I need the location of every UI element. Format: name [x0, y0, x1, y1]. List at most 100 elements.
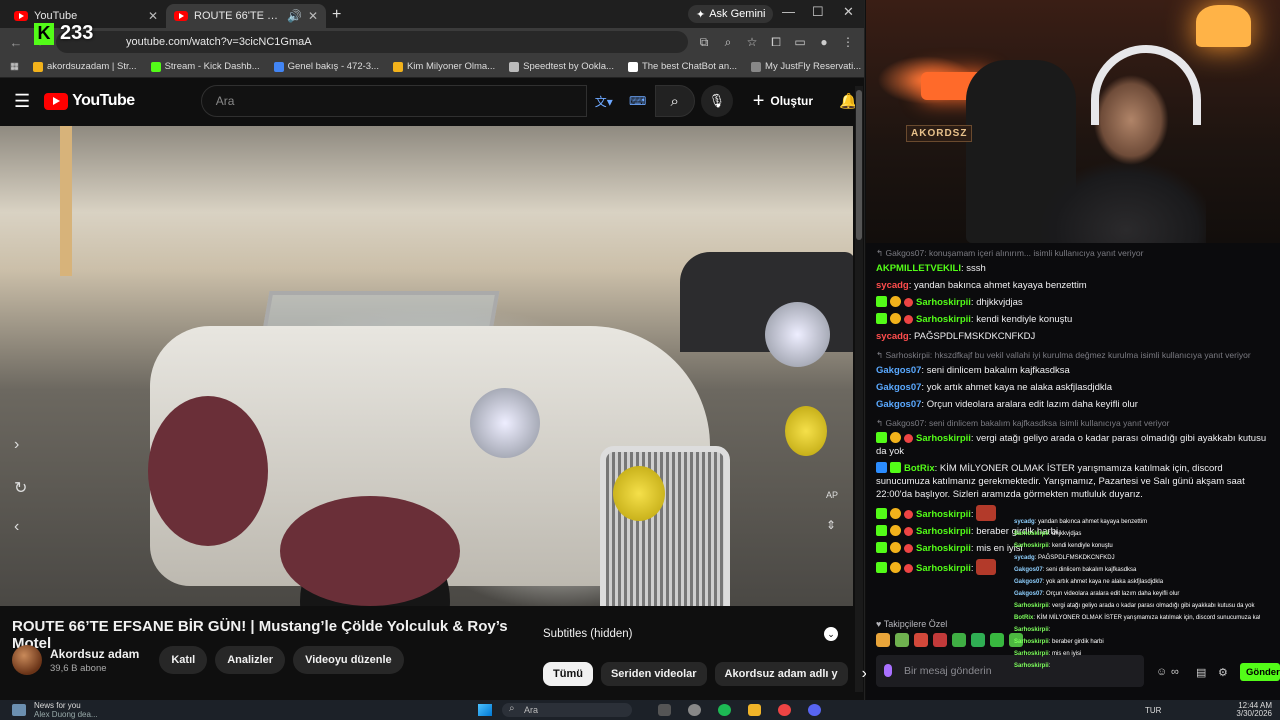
chat-username[interactable]: BotRix [904, 463, 935, 474]
bookmark-favicon-icon [32, 61, 43, 72]
gold-badge-icon [890, 296, 901, 307]
bookmark-star-icon[interactable]: ☆ [744, 35, 760, 49]
back-icon[interactable]: ← [8, 35, 24, 50]
page-scrollbar[interactable] [855, 86, 863, 692]
windows-start-icon[interactable] [478, 704, 492, 716]
expand-icon[interactable]: ⇕ [826, 518, 836, 532]
youtube-play-icon [44, 92, 69, 110]
chat-username[interactable]: AKPMILLETVEKILI [876, 263, 961, 274]
overlay-chat-line: sycadg: yandan bakınca ahmet kayaya benz… [1014, 516, 1260, 528]
menu-icon[interactable]: ⋮ [840, 35, 856, 49]
hamburger-menu-icon[interactable]: ☰ [14, 91, 30, 112]
close-window-icon[interactable]: ✕ [843, 4, 854, 20]
next-chevron-icon[interactable]: › [14, 436, 19, 454]
emote-icon[interactable] [876, 633, 890, 647]
bookmark-item[interactable]: Genel bakış - 472-3... [273, 61, 379, 72]
bookmark-item[interactable]: Stream - Kick Dashb... [150, 61, 260, 72]
chat-username[interactable]: sycadg [876, 331, 909, 342]
chat-username[interactable]: Sarhoskirpii [916, 543, 971, 554]
maximize-icon[interactable]: ☐ [812, 4, 824, 20]
tab-video[interactable]: ROUTE 66'TE EFSANE BİR G 🔊 ✕ [166, 4, 326, 28]
search-input[interactable]: Ara [200, 85, 587, 117]
clock[interactable]: 12:44 AM 3/30/2026 [1236, 702, 1272, 718]
video-player[interactable] [0, 126, 853, 606]
translate-extension-icon[interactable]: 文▾ [587, 85, 621, 117]
url-field[interactable]: youtube.com/watch?v=3cicNC1GmaA [56, 31, 688, 53]
profile-icon[interactable]: ● [816, 35, 832, 49]
chevron-down-icon[interactable]: ⌄ [824, 627, 838, 641]
bookmark-favicon-icon [392, 61, 403, 72]
emote-icon[interactable] [933, 633, 947, 647]
chat-username[interactable]: Gakgos07 [876, 399, 921, 410]
zoom-icon[interactable]: ⌕ [720, 35, 736, 50]
kick-logo-icon: K [34, 22, 54, 45]
autoplay-icon[interactable]: AP [826, 490, 838, 500]
discord-icon[interactable] [808, 704, 821, 716]
emote-icon[interactable] [990, 633, 1004, 647]
overlay-username: Gakgos07 [1014, 591, 1043, 597]
channel-avatar[interactable] [12, 645, 42, 675]
overlay-username: Sarhoskirpii [1014, 627, 1049, 633]
emote-icon[interactable] [952, 633, 966, 647]
chat-username[interactable]: sycadg [876, 280, 909, 291]
voice-search-icon[interactable]: 🎙 [700, 85, 733, 117]
bookmark-favicon-icon [150, 61, 161, 72]
app-icon[interactable] [688, 704, 701, 716]
channel-name[interactable]: Akordsuz adam [50, 647, 139, 661]
language-indicator[interactable]: TUR [1145, 706, 1161, 715]
create-button[interactable]: + Oluştur [753, 90, 813, 113]
speaker-icon[interactable]: 🔊 [287, 9, 302, 23]
bookmark-item[interactable]: akordsuzadam | Str... [32, 61, 137, 72]
chat-username[interactable]: Gakgos07 [876, 365, 921, 376]
emote-icon[interactable] [914, 633, 928, 647]
chrome-icon[interactable] [778, 704, 791, 716]
minimize-icon[interactable]: — [782, 4, 795, 19]
chat-username[interactable]: Sarhoskirpii [916, 526, 971, 537]
sidebar-icon[interactable]: ▭ [792, 35, 808, 49]
scrollbar-thumb[interactable] [856, 90, 862, 240]
chat-username[interactable]: Sarhoskirpii [916, 297, 971, 308]
replay-icon[interactable]: ↻ [14, 478, 27, 498]
bookmark-item[interactable]: Speedtest by Ookla... [509, 61, 614, 72]
spotify-icon[interactable] [718, 704, 731, 716]
weather-icon[interactable] [12, 704, 26, 716]
chat-text: yok artık ahmet kaya ne alaka askfjlasdj… [926, 382, 1113, 393]
chat-mic-icon[interactable] [884, 664, 892, 677]
youtube-logo[interactable]: YouTube [44, 92, 135, 110]
keyboard-extension-icon[interactable]: ⌨ [621, 85, 655, 117]
prev-chevron-icon[interactable]: ‹ [14, 518, 19, 536]
chat-username[interactable]: Gakgos07 [876, 382, 921, 393]
bookmark-item[interactable]: The best ChatBot an... [627, 61, 737, 72]
close-tab-icon[interactable]: ✕ [148, 9, 158, 23]
file-explorer-icon[interactable] [748, 704, 761, 716]
chat-username[interactable]: Sarhoskirpii [916, 433, 971, 444]
close-tab-icon[interactable]: ✕ [308, 9, 318, 23]
chip-all[interactable]: Tümü [543, 662, 593, 686]
chat-username[interactable]: Sarhoskirpii [916, 563, 971, 574]
emote-icon[interactable] [971, 633, 985, 647]
subtitles-panel-header[interactable]: Subtitles (hidden) ⌄ [543, 627, 838, 641]
extensions-icon[interactable]: ⧠ [768, 35, 784, 50]
chat-reply-context: ↰ Gakgos07: seni dinlicem bakalım kajfka… [876, 418, 1170, 428]
search-icon: ⌕ [509, 703, 515, 714]
emote-icon[interactable] [895, 633, 909, 647]
ask-gemini-button[interactable]: ✦ Ask Gemini [688, 5, 774, 23]
chat-username[interactable]: Sarhoskirpii [916, 509, 971, 520]
taskbar-search[interactable]: ⌕ Ara [502, 703, 632, 717]
new-tab-button[interactable]: + [332, 6, 341, 24]
news-widget[interactable]: News for you Alex Duong dea... [34, 701, 98, 719]
apps-icon[interactable]: ▦ [10, 61, 19, 72]
task-view-icon[interactable] [658, 704, 671, 716]
bookmark-item[interactable]: Kim Milyoner Olma... [392, 61, 495, 72]
chip-channel[interactable]: Akordsuz adam adlı y [714, 662, 848, 686]
analytics-button[interactable]: Analizler [215, 646, 286, 674]
cast-icon[interactable]: ⧉ [696, 35, 712, 50]
chat-message: sycadg: PAĞSPDLFMSKDKCNFKDJ [866, 328, 1280, 345]
edit-video-button[interactable]: Videoyu düzenle [293, 646, 404, 674]
bookmark-item[interactable]: My JustFly Reservati... [751, 61, 861, 72]
join-button[interactable]: Katıl [159, 646, 208, 674]
chip-series[interactable]: Seriden videolar [600, 662, 707, 686]
search-button[interactable]: ⌕ [654, 85, 695, 117]
overlay-text: : Orçun videolara aralara edit lazım dah… [1042, 591, 1180, 597]
chat-username[interactable]: Sarhoskirpii [916, 314, 971, 325]
